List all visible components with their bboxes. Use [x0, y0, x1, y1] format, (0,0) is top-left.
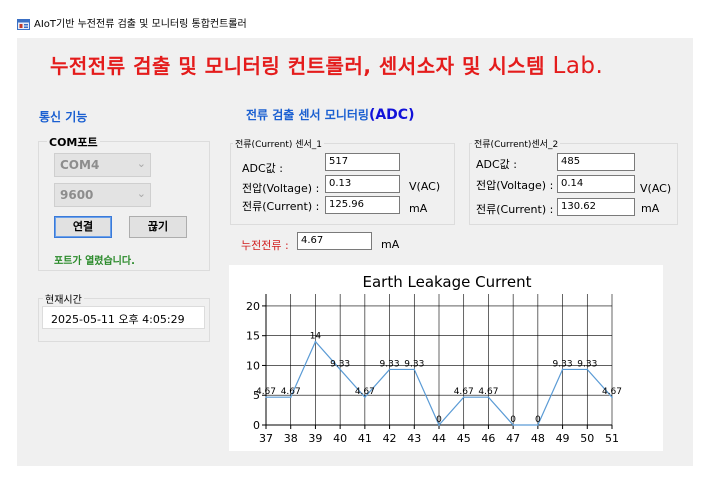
- page-title-lab: Lab.: [552, 53, 604, 79]
- sensor1-current-unit: mA: [409, 202, 428, 215]
- sensor1-current-label: 전류(Current) :: [242, 200, 320, 213]
- y-tick-label: 0: [253, 419, 260, 432]
- sensor2-voltage-unit: V(AC): [640, 182, 672, 195]
- x-tick-label: 45: [457, 432, 471, 445]
- current-time-group-title: 현재시간: [43, 291, 84, 306]
- y-tick-label: 20: [246, 300, 260, 313]
- sensor1-voltage-unit: V(AC): [409, 180, 441, 193]
- data-label: 14: [310, 332, 322, 342]
- x-tick-label: 46: [481, 432, 495, 445]
- chevron-down-icon: ⌄: [136, 157, 146, 170]
- x-tick-label: 50: [580, 432, 594, 445]
- adc-section-title: 전류 검출 센서 모니터링(ADC): [246, 106, 414, 123]
- x-tick-label: 42: [383, 432, 397, 445]
- x-tick-label: 51: [605, 432, 619, 445]
- data-label: 9.33: [380, 359, 400, 369]
- data-label: 0: [535, 415, 541, 425]
- data-label: 4.67: [454, 387, 474, 397]
- x-tick-label: 47: [506, 432, 520, 445]
- sensor1-current-field[interactable]: 125.96: [325, 196, 400, 214]
- leakage-unit: mA: [381, 238, 400, 251]
- data-label: 4.67: [478, 387, 498, 397]
- x-tick-label: 38: [284, 432, 298, 445]
- chevron-down-icon: ⌄: [136, 187, 146, 200]
- data-label: 4.67: [281, 387, 301, 397]
- data-label: 0: [510, 415, 516, 425]
- port-status-message: 포트가 열렸습니다.: [54, 256, 135, 267]
- port-select[interactable]: COM4 ⌄: [54, 153, 151, 177]
- data-label: 9.33: [577, 359, 597, 369]
- chart-title: Earth Leakage Current: [363, 273, 532, 291]
- x-tick-label: 41: [358, 432, 372, 445]
- adc-section-title-text: 전류 검출 센서 모니터링: [246, 108, 369, 122]
- y-tick-label: 15: [246, 330, 260, 343]
- sensor2-voltage-field[interactable]: 0.14: [557, 175, 635, 193]
- leakage-chart: Earth Leakage Current 37 38 39 40 41 42 43 44 45 4…: [229, 265, 663, 451]
- leakage-field[interactable]: 4.67: [297, 232, 372, 250]
- sensor2-adc-field[interactable]: 485: [557, 153, 635, 171]
- sensor2-current-field[interactable]: 130.62: [557, 198, 635, 216]
- sensor2-current-label: 전류(Current) :: [476, 203, 554, 216]
- sensor1-group-title: 전류(Current) 센서_1: [233, 137, 325, 150]
- sensor1-voltage-field[interactable]: 0.13: [325, 175, 400, 193]
- x-tick-label: 40: [333, 432, 347, 445]
- x-tick-label: 48: [531, 432, 545, 445]
- baud-select[interactable]: 9600 ⌄: [54, 183, 151, 207]
- sensor1-voltage-label: 전압(Voltage) :: [242, 182, 320, 195]
- window-title: AIoT기반 누전전류 검출 및 모니터링 통합컨트롤러: [34, 19, 247, 30]
- sensor2-current-unit: mA: [641, 202, 660, 215]
- disconnect-button[interactable]: 끊기: [129, 216, 187, 238]
- leakage-chart-svg: Earth Leakage Current 37 38 39 40 41 42 43 44 45 4…: [246, 273, 622, 445]
- comm-section-title: 통신 기능: [39, 110, 88, 124]
- sensor1-adc-label: ADC값 :: [242, 162, 283, 175]
- baud-select-value: 9600: [60, 188, 94, 202]
- data-label: 4.67: [602, 387, 622, 397]
- page-title: 누전전류 검출 및 모니터링 컨트롤러, 센서소자 및 시스템 Lab.: [50, 50, 603, 79]
- data-label: 4.67: [355, 387, 375, 397]
- current-time-value: 2025-05-11 오후 4:05:29: [42, 306, 205, 329]
- x-tick-label: 37: [259, 432, 273, 445]
- y-tick-label: 10: [246, 359, 260, 372]
- title-bar: AIoT기반 누전전류 검출 및 모니터링 통합컨트롤러: [0, 0, 706, 34]
- sensor2-voltage-label: 전압(Voltage) :: [476, 179, 554, 192]
- x-tick-label: 43: [407, 432, 421, 445]
- page-title-text: 누전전류 검출 및 모니터링 컨트롤러, 센서소자 및 시스템: [50, 54, 546, 78]
- adc-section-title-suffix: (ADC): [368, 107, 415, 123]
- data-label: 0: [436, 415, 442, 425]
- data-label: 4.67: [256, 387, 276, 397]
- sensor1-adc-field[interactable]: 517: [325, 153, 400, 171]
- connect-button[interactable]: 연결: [54, 216, 112, 238]
- x-tick-label: 49: [556, 432, 570, 445]
- x-tick-label: 39: [308, 432, 322, 445]
- data-label: 9.33: [404, 359, 424, 369]
- app-window-icon: [17, 19, 30, 30]
- sensor2-adc-label: ADC값 :: [476, 158, 517, 171]
- sensor2-group-title: 전류(Current)센서_2: [472, 137, 561, 150]
- port-select-value: COM4: [60, 158, 100, 172]
- data-label: 9.33: [553, 359, 573, 369]
- com-port-group-title: COM포트: [47, 134, 100, 150]
- x-tick-label: 44: [432, 432, 446, 445]
- leakage-label: 누전전류 :: [241, 239, 289, 252]
- data-label: 9.33: [330, 359, 350, 369]
